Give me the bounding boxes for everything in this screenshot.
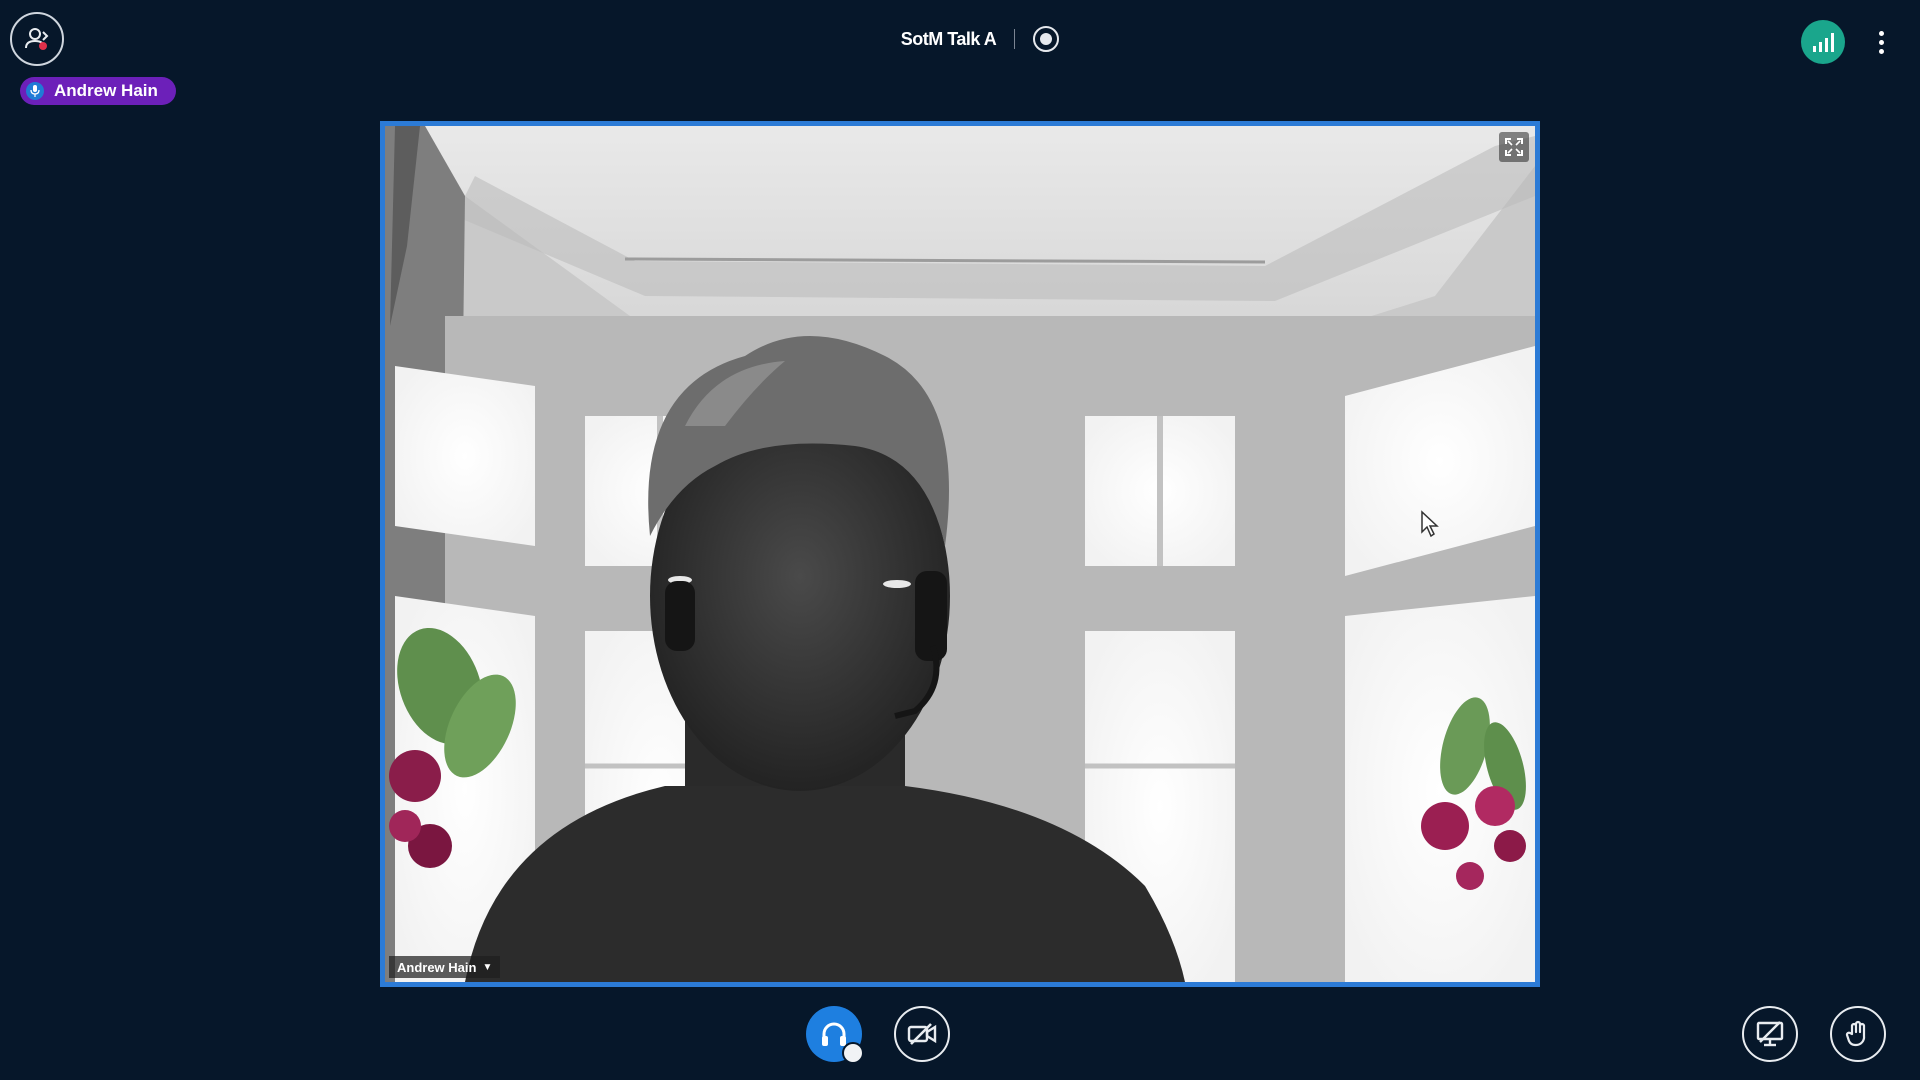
users-toggle-button[interactable]: [10, 12, 64, 66]
participant-name: Andrew Hain: [397, 959, 477, 975]
hand-icon: [1845, 1020, 1866, 1047]
webcam-video-feed: [385, 126, 1535, 982]
title-divider: [1014, 29, 1016, 49]
screenshare-off-icon: [1756, 1021, 1784, 1047]
talking-indicator[interactable]: Andrew Hain: [20, 77, 176, 105]
record-icon: [1040, 33, 1053, 45]
screenshare-button[interactable]: [1742, 1006, 1798, 1062]
signal-bars-icon: [1813, 33, 1834, 52]
audio-button[interactable]: [806, 1006, 864, 1064]
video-off-icon: [907, 1023, 937, 1045]
meeting-header: SotM Talk A: [760, 26, 1200, 52]
headphones-icon: [822, 1022, 846, 1046]
record-button[interactable]: [1033, 26, 1060, 52]
raise-hand-button[interactable]: [1830, 1006, 1886, 1062]
users-icon: [25, 28, 49, 50]
participant-name-dropdown[interactable]: Andrew Hain ▼: [389, 956, 501, 978]
talking-user-name: Andrew Hain: [54, 81, 158, 100]
chevron-down-icon: ▼: [482, 961, 493, 973]
fullscreen-button[interactable]: [1499, 132, 1529, 162]
more-vertical-icon: [1878, 30, 1884, 36]
mouse-cursor-icon: [1421, 510, 1439, 538]
connection-status-button[interactable]: [1801, 20, 1845, 64]
meeting-title: SotM Talk A: [900, 28, 997, 49]
video-toggle-button[interactable]: [894, 1006, 950, 1062]
microphone-icon: [26, 82, 44, 100]
video-tile[interactable]: Andrew Hain ▼: [380, 121, 1540, 987]
audio-settings-badge[interactable]: [842, 1042, 864, 1064]
fullscreen-icon: [1505, 138, 1523, 156]
options-menu-button[interactable]: [1870, 26, 1892, 58]
